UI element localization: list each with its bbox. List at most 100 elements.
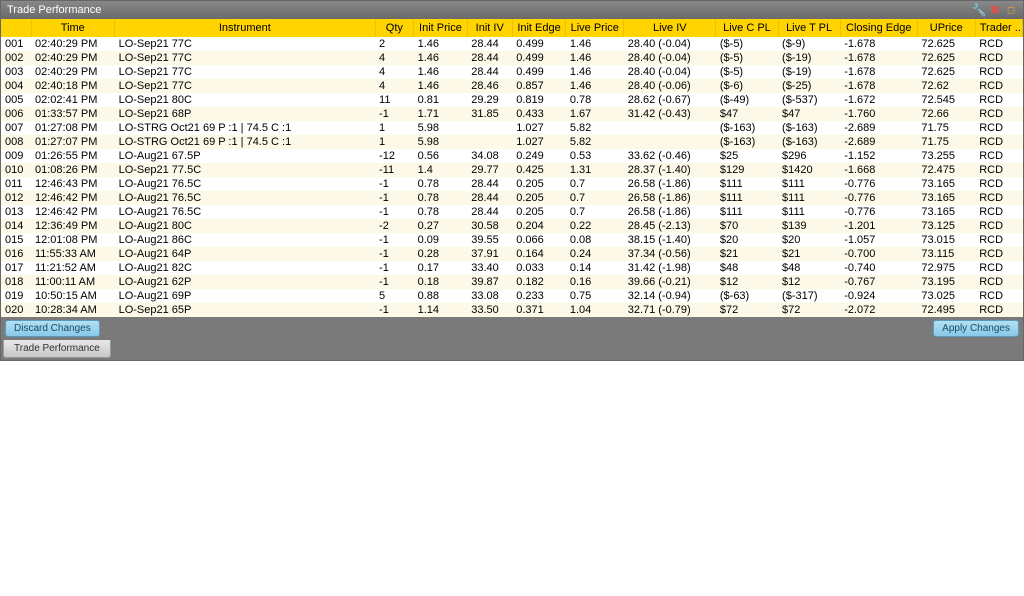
table-row[interactable]: 00701:27:08 PMLO-STRG Oct21 69 P :1 | 74… [1, 121, 1023, 135]
cell-up: 73.165 [917, 177, 975, 191]
cell-ltp: ($-19) [778, 65, 840, 79]
cell-tr: RCD [975, 51, 1022, 65]
table-row[interactable]: 01412:36:49 PMLO-Aug21 80C-20.2730.580.2… [1, 219, 1023, 233]
table-row[interactable]: 01611:55:33 AMLO-Aug21 64P-10.2837.910.1… [1, 247, 1023, 261]
cell-ltp: ($-9) [778, 37, 840, 51]
cell-lp: 0.08 [566, 233, 624, 247]
cell-ip: 0.27 [414, 219, 468, 233]
cell-time: 02:02:41 PM [31, 93, 115, 107]
cell-liv [624, 135, 716, 149]
table-row[interactable]: 00502:02:41 PMLO-Sep21 80C110.8129.290.8… [1, 93, 1023, 107]
discard-changes-button[interactable]: Discard Changes [5, 320, 100, 337]
table-row[interactable]: 00102:40:29 PMLO-Sep21 77C21.4628.440.49… [1, 37, 1023, 51]
cell-time: 01:33:57 PM [31, 107, 115, 121]
col-init-iv[interactable]: Init IV [467, 19, 512, 37]
cell-iv: 28.44 [467, 65, 512, 79]
cell-ip: 1.46 [414, 37, 468, 51]
cell-up: 72.625 [917, 51, 975, 65]
cell-ce: -1.760 [840, 107, 917, 121]
apply-changes-button[interactable]: Apply Changes [933, 320, 1019, 337]
cell-ce: -2.689 [840, 121, 917, 135]
cell-lp: 0.75 [566, 289, 624, 303]
table-row[interactable]: 01910:50:15 AMLO-Aug21 69P50.8833.080.23… [1, 289, 1023, 303]
cell-up: 73.115 [917, 247, 975, 261]
tab-trade-performance[interactable]: Trade Performance [3, 340, 111, 358]
cell-ip: 0.18 [414, 275, 468, 289]
cell-ie: 0.204 [512, 219, 566, 233]
cell-liv: 28.40 (-0.04) [624, 65, 716, 79]
table-row[interactable]: 02010:28:34 AMLO-Sep21 65P-11.1433.500.3… [1, 303, 1023, 317]
col-instrument[interactable]: Instrument [115, 19, 375, 37]
cell-instr: LO-Sep21 77.5C [115, 163, 375, 177]
col-init-price[interactable]: Init Price [414, 19, 468, 37]
col-live-iv[interactable]: Live IV [624, 19, 716, 37]
cell-ltp: $111 [778, 177, 840, 191]
col-closing-edge[interactable]: Closing Edge [840, 19, 917, 37]
col-index[interactable] [1, 19, 31, 37]
cell-qty: -1 [375, 205, 414, 219]
cell-iv: 29.77 [467, 163, 512, 177]
cell-ce: -1.678 [840, 51, 917, 65]
cell-iv: 39.87 [467, 275, 512, 289]
col-live-t-pl[interactable]: Live T PL [778, 19, 840, 37]
cell-ce: -1.678 [840, 79, 917, 93]
cell-ce: -1.678 [840, 37, 917, 51]
cell-idx: 018 [1, 275, 31, 289]
cell-ip: 5.98 [414, 121, 468, 135]
cell-qty: -1 [375, 233, 414, 247]
cell-lcp: ($-163) [716, 135, 778, 149]
table-row[interactable]: 00601:33:57 PMLO-Sep21 68P-11.7131.850.4… [1, 107, 1023, 121]
col-init-edge[interactable]: Init Edge [512, 19, 566, 37]
table-row[interactable]: 00901:26:55 PMLO-Aug21 67.5P-120.5634.08… [1, 149, 1023, 163]
cell-idx: 010 [1, 163, 31, 177]
cell-instr: LO-Aug21 62P [115, 275, 375, 289]
table-row[interactable]: 01112:46:43 PMLO-Aug21 76.5C-10.7828.440… [1, 177, 1023, 191]
cell-ip: 0.56 [414, 149, 468, 163]
cell-liv: 31.42 (-0.43) [624, 107, 716, 121]
maximize-icon[interactable]: ◻ [1005, 4, 1017, 16]
trade-table: Time Instrument Qty Init Price Init IV I… [1, 19, 1023, 317]
table-row[interactable]: 01512:01:08 PMLO-Aug21 86C-10.0939.550.0… [1, 233, 1023, 247]
cell-ip: 0.17 [414, 261, 468, 275]
table-row[interactable]: 00801:27:07 PMLO-STRG Oct21 69 P :1 | 74… [1, 135, 1023, 149]
close-icon[interactable]: ✖ [989, 4, 1001, 16]
col-live-c-pl[interactable]: Live C PL [716, 19, 778, 37]
table-row[interactable]: 00402:40:18 PMLO-Sep21 77C41.4628.460.85… [1, 79, 1023, 93]
cell-time: 11:55:33 AM [31, 247, 115, 261]
cell-ie: 0.205 [512, 191, 566, 205]
cell-qty: -12 [375, 149, 414, 163]
cell-ie: 0.205 [512, 177, 566, 191]
cell-ip: 0.09 [414, 233, 468, 247]
cell-time: 01:27:07 PM [31, 135, 115, 149]
trade-performance-window: Trade Performance 🔧 ✖ ◻ Time Instrument … [0, 0, 1024, 361]
cell-ie: 0.205 [512, 205, 566, 219]
table-row[interactable]: 00202:40:29 PMLO-Sep21 77C41.4628.440.49… [1, 51, 1023, 65]
table-row[interactable]: 01001:08:26 PMLO-Sep21 77.5C-111.429.770… [1, 163, 1023, 177]
table-row[interactable]: 01711:21:52 AMLO-Aug21 82C-10.1733.400.0… [1, 261, 1023, 275]
table-row[interactable]: 01212:46:42 PMLO-Aug21 76.5C-10.7828.440… [1, 191, 1023, 205]
col-uprice[interactable]: UPrice [917, 19, 975, 37]
cell-liv: 26.58 (-1.86) [624, 191, 716, 205]
cell-qty: -1 [375, 303, 414, 317]
cell-ltp: ($-163) [778, 135, 840, 149]
cell-lp: 1.46 [566, 51, 624, 65]
cell-ie: 0.371 [512, 303, 566, 317]
cell-time: 01:08:26 PM [31, 163, 115, 177]
cell-instr: LO-Aug21 82C [115, 261, 375, 275]
cell-lcp: $111 [716, 205, 778, 219]
cell-tr: RCD [975, 247, 1022, 261]
col-trader[interactable]: Trader .. [975, 19, 1022, 37]
cell-lcp: $48 [716, 261, 778, 275]
col-live-price[interactable]: Live Price [566, 19, 624, 37]
table-row[interactable]: 00302:40:29 PMLO-Sep21 77C41.4628.440.49… [1, 65, 1023, 79]
cell-lcp: $111 [716, 177, 778, 191]
cell-qty: 1 [375, 135, 414, 149]
table-row[interactable]: 01312:46:42 PMLO-Aug21 76.5C-10.7828.440… [1, 205, 1023, 219]
col-time[interactable]: Time [31, 19, 115, 37]
cell-ip: 0.78 [414, 205, 468, 219]
cell-lp: 0.7 [566, 177, 624, 191]
table-row[interactable]: 01811:00:11 AMLO-Aug21 62P-10.1839.870.1… [1, 275, 1023, 289]
col-qty[interactable]: Qty [375, 19, 414, 37]
settings-icon[interactable]: 🔧 [973, 4, 985, 16]
cell-tr: RCD [975, 275, 1022, 289]
